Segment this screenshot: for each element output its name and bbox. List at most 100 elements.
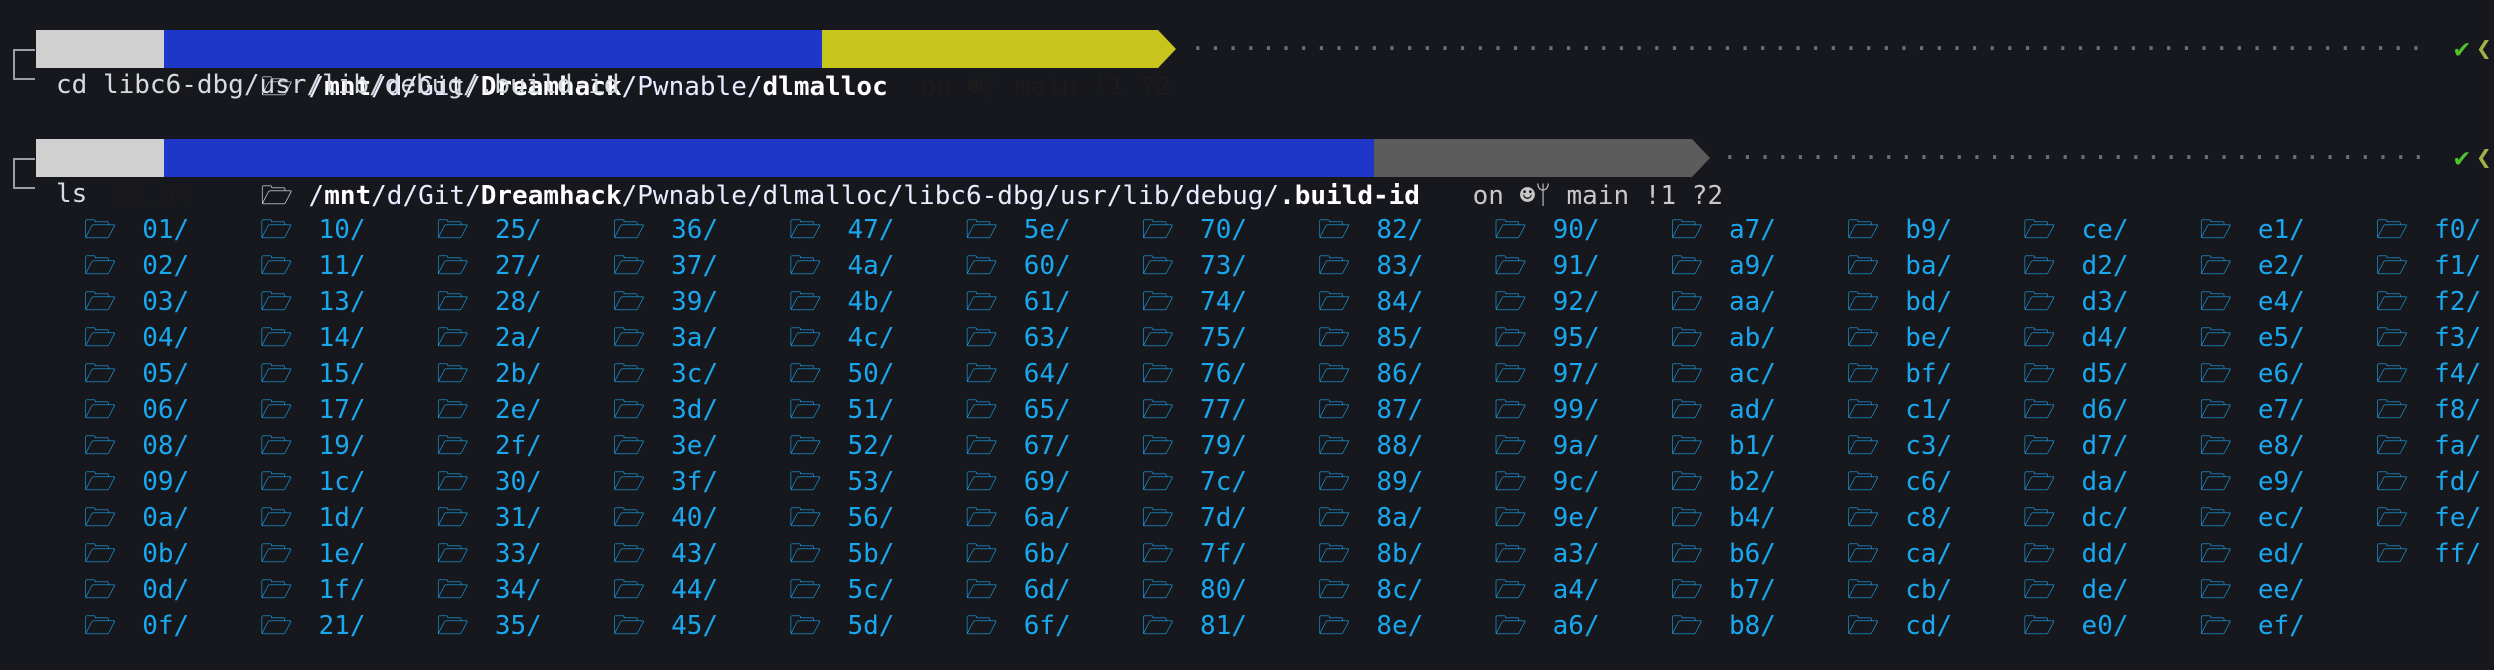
directory-name: 0f/ [142, 611, 190, 641]
git-on-label: on [920, 72, 952, 102]
segment-separator [1692, 139, 1710, 177]
directory-entry: 🗁 3f/ [613, 464, 718, 500]
directory-entry: 🗁 91/ [1494, 248, 1599, 284]
directory-entry: 🗁 04/ [84, 320, 189, 356]
directory-entry: 🗁 b4/ [1671, 500, 1776, 536]
directory-entry: 🗁 d2/ [2023, 248, 2128, 284]
directory-name: 8e/ [1376, 611, 1424, 641]
directory-name: b6/ [1728, 539, 1776, 569]
directory-name: 31/ [494, 503, 542, 533]
directory-entry: 🗁 51/ [789, 392, 894, 428]
directory-entry: 🗁 36/ [613, 212, 718, 248]
folder-icon: 🗁 [1318, 575, 1351, 605]
folder-icon: 🗁 [2199, 467, 2232, 497]
directory-entry: 🗁 33/ [437, 536, 542, 572]
folder-icon: 🗁 [1494, 395, 1527, 425]
folder-icon: 🗁 [436, 575, 469, 605]
git-status: !1 ?2 [1644, 181, 1724, 211]
directory-entry: 🗁 5b/ [789, 536, 894, 572]
directory-name: 9c/ [1552, 467, 1600, 497]
os-version-segment: 20.04 [36, 139, 191, 211]
directory-entry: 🗁 f4/ [2376, 356, 2481, 392]
directory-name: 09/ [142, 467, 190, 497]
directory-name: d5/ [2081, 359, 2129, 389]
folder-icon: 🗁 [1141, 503, 1175, 533]
directory-entry: 🗁 6b/ [966, 536, 1071, 572]
folder-icon: 🗁 [2023, 431, 2056, 461]
folder-icon: 🗁 [1318, 251, 1351, 281]
directory-entry: 🗁 5c/ [789, 572, 894, 608]
folder-icon: 🗁 [436, 539, 469, 569]
directory-name: 40/ [671, 503, 719, 533]
directory-entry: 🗁 63/ [966, 320, 1071, 356]
directory-name: 3f/ [671, 467, 719, 497]
prompt-bracket [13, 169, 35, 189]
directory-entry: 🗁 89/ [1318, 464, 1423, 500]
folder-icon: 🗁 [2199, 575, 2232, 605]
directory-name: 34/ [494, 575, 542, 605]
directory-name: e0/ [2081, 611, 2129, 641]
folder-icon: 🗁 [1494, 539, 1527, 569]
directory-name: 69/ [1023, 467, 1071, 497]
directory-name: e7/ [2257, 395, 2305, 425]
folder-icon: 🗁 [1670, 251, 1703, 281]
directory-entry: 🗁 21/ [260, 608, 365, 644]
directory-entry: 🗁 67/ [966, 428, 1071, 464]
directory-name: b1/ [1728, 431, 1776, 461]
directory-entry: 🗁 de/ [2023, 572, 2128, 608]
directory-name: f3/ [2434, 323, 2482, 353]
directory-entry: 🗁 dd/ [2023, 536, 2128, 572]
directory-name: e4/ [2257, 287, 2305, 317]
directory-entry: 🗁 ac/ [1671, 356, 1776, 392]
directory-entry: 🗁 4a/ [789, 248, 894, 284]
directory-entry: 🗁 f8/ [2376, 392, 2481, 428]
directory-name: de/ [2081, 575, 2129, 605]
directory-entry: 🗁 69/ [966, 464, 1071, 500]
folder-icon: 🗁 [789, 251, 822, 281]
directory-name: 61/ [1023, 287, 1071, 317]
directory-name: cd/ [1905, 611, 1953, 641]
folder-icon: 🗁 [260, 395, 293, 425]
folder-icon: 🗁 [1494, 215, 1527, 245]
directory-entry: 🗁 40/ [613, 500, 718, 536]
directory-entry: 🗁 a6/ [1494, 608, 1599, 644]
folder-icon: 🗁 [1141, 287, 1175, 317]
folder-icon: 🗁 [436, 611, 469, 641]
directory-entry: 🗁 80/ [1142, 572, 1247, 608]
directory-entry: 🗁 cb/ [1847, 572, 1952, 608]
directory-name: aa/ [1728, 287, 1776, 317]
directory-entry: 🗁 56/ [789, 500, 894, 536]
directory-name: ac/ [1728, 359, 1776, 389]
directory-entry: 🗁 17/ [260, 392, 365, 428]
directory-entry: 🗁 a4/ [1494, 572, 1599, 608]
directory-entry: 🗁 86/ [1318, 356, 1423, 392]
directory-name: 30/ [494, 467, 542, 497]
directory-entry: 🗁 44/ [613, 572, 718, 608]
directory-name: 5b/ [847, 539, 895, 569]
folder-icon: 🗁 [1847, 287, 1880, 317]
directory-name: 37/ [671, 251, 719, 281]
folder-icon: 🗁 [436, 323, 469, 353]
directory-name: 67/ [1023, 431, 1071, 461]
folder-icon: 🗁 [2199, 359, 2232, 389]
folder-icon: 🗁 [2375, 503, 2409, 533]
directory-entry: 🗁 e4/ [2200, 284, 2305, 320]
directory-entry: 🗁 25/ [437, 212, 542, 248]
directory-name: 65/ [1023, 395, 1071, 425]
directory-name: c6/ [1905, 467, 1953, 497]
directory-name: 3e/ [671, 431, 719, 461]
directory-name: 28/ [494, 287, 542, 317]
path-part-bold: mnt [324, 181, 372, 211]
directory-entry: 🗁 8b/ [1318, 536, 1423, 572]
directory-name: 86/ [1376, 359, 1424, 389]
directory-entry: 🗁 08/ [84, 428, 189, 464]
directory-name: f2/ [2434, 287, 2482, 317]
directory-entry: 🗁 09/ [84, 464, 189, 500]
path-part: /d/Git/ [371, 181, 481, 211]
directory-name: e8/ [2257, 431, 2305, 461]
directory-name: 90/ [1552, 215, 1600, 245]
folder-icon: 🗁 [260, 611, 293, 641]
directory-name: 7f/ [1200, 539, 1248, 569]
directory-name: a3/ [1552, 539, 1600, 569]
git-on-label: on [1472, 181, 1504, 211]
